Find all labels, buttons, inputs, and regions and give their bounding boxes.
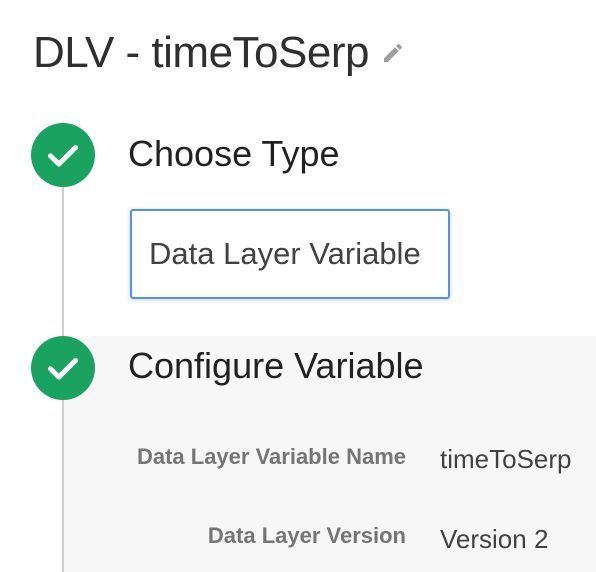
variable-editor: DLV - timeToSerp Choose Type Data Layer … bbox=[0, 0, 596, 572]
data-layer-version-value: Version 2 bbox=[440, 524, 549, 554]
check-circle-icon bbox=[31, 123, 95, 187]
variable-type-card[interactable]: Data Layer Variable bbox=[130, 209, 450, 299]
step-title-choose-type[interactable]: Choose Type bbox=[128, 133, 339, 175]
variable-type-label: Data Layer Variable bbox=[149, 236, 421, 271]
data-layer-variable-name-value: timeToSerp bbox=[440, 444, 572, 474]
step-title-configure-variable[interactable]: Configure Variable bbox=[128, 345, 424, 387]
data-layer-variable-name-label: Data Layer Variable Name bbox=[136, 444, 406, 469]
data-layer-version-label: Data Layer Version bbox=[207, 523, 406, 548]
pencil-icon[interactable] bbox=[381, 41, 405, 65]
check-circle-icon bbox=[31, 336, 95, 400]
page-title: DLV - timeToSerp bbox=[33, 28, 369, 77]
title-row: DLV - timeToSerp bbox=[33, 28, 405, 78]
